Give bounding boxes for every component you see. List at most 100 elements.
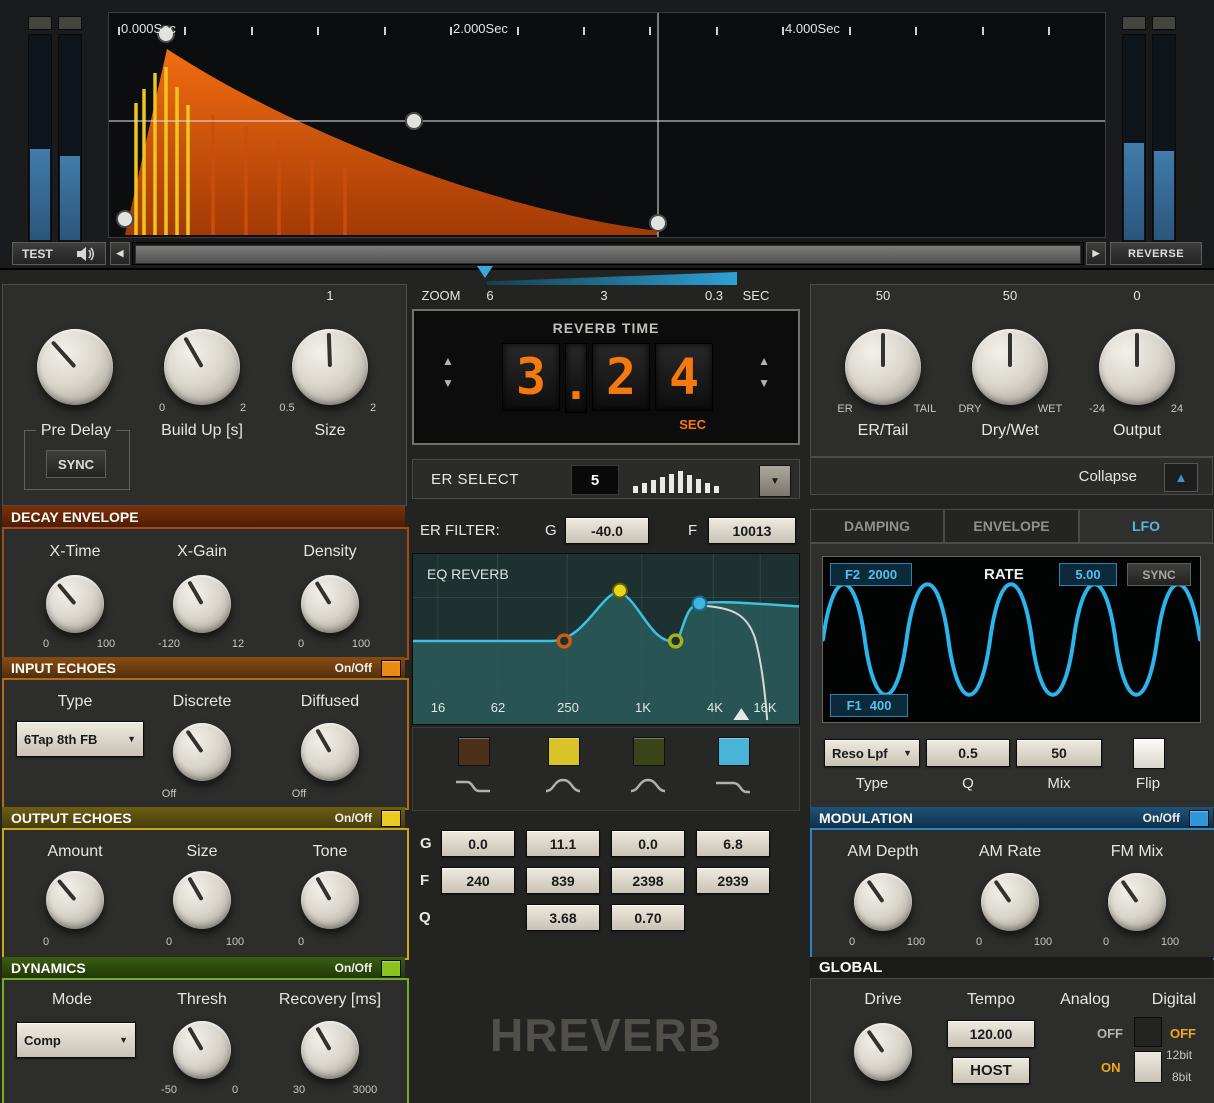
zoom-slider[interactable]: [487, 272, 737, 285]
eq-display[interactable]: EQ REVERB 16 62 250 1K 4K 16K: [412, 553, 800, 725]
er-filter-gain-field[interactable]: -40.0: [565, 517, 649, 544]
reverb-time-handle[interactable]: [649, 214, 667, 232]
host-button[interactable]: HOST: [952, 1057, 1030, 1084]
reverb-time-spinner-left[interactable]: ▲ ▼: [442, 355, 454, 389]
envelope-graph[interactable]: [109, 13, 1105, 237]
eq-f3-field[interactable]: 2398: [611, 867, 685, 894]
lfo-sync-button[interactable]: SYNC: [1127, 563, 1191, 586]
input-echo-type-select[interactable]: 6Tap 8th FB ▼: [16, 721, 144, 757]
size-knob[interactable]: [292, 329, 368, 405]
lfo-mix-field[interactable]: 50: [1016, 739, 1102, 767]
er-select-value[interactable]: 5: [571, 465, 619, 495]
bell-icon[interactable]: [543, 776, 583, 796]
digital-label: Digital: [1151, 991, 1197, 1008]
eq-f4-field[interactable]: 2939: [696, 867, 770, 894]
amount-knob[interactable]: [46, 871, 104, 929]
eq-band-3-handle[interactable]: [667, 633, 684, 649]
tab-lfo[interactable]: LFO: [1079, 509, 1213, 543]
reverb-time-title: REVERB TIME: [552, 320, 660, 336]
eq-g2-field[interactable]: 11.1: [526, 830, 600, 857]
modulation-title: MODULATION: [819, 809, 913, 826]
eq-q2-field[interactable]: 3.68: [526, 904, 600, 931]
lfo-type-select[interactable]: Reso Lpf ▼: [824, 739, 920, 767]
modulation-onoff-toggle[interactable]: [1189, 810, 1209, 827]
thresh-knob[interactable]: [173, 1021, 231, 1079]
analog-switch-on[interactable]: [1134, 1051, 1162, 1083]
decay-envelope-shape[interactable]: [125, 49, 658, 235]
low-shelf-icon[interactable]: [453, 776, 493, 796]
tab-damping[interactable]: DAMPING: [810, 509, 944, 543]
tone-knob[interactable]: [301, 871, 359, 929]
scroll-left-button[interactable]: ◀: [110, 242, 130, 265]
dynamics-mode-select[interactable]: Comp ▼: [16, 1022, 136, 1058]
lfo-flip-button[interactable]: [1133, 738, 1165, 769]
lfo-rate-field[interactable]: 5.00: [1059, 563, 1117, 586]
eq-band-4-handle[interactable]: [691, 595, 708, 612]
eq-band-4-swatch[interactable]: [718, 737, 750, 766]
dynamics-onoff-toggle[interactable]: [381, 960, 401, 977]
down-arrow-icon[interactable]: ▼: [758, 377, 770, 389]
pre-delay-sync-button[interactable]: SYNC: [46, 450, 106, 478]
digital-off-option[interactable]: OFF: [1170, 1026, 1196, 1041]
knob-pointer: [1120, 879, 1139, 904]
discrete-knob[interactable]: [173, 723, 231, 781]
lfo-f2-field[interactable]: F2 2000: [830, 563, 912, 586]
lfo-q-field[interactable]: 0.5: [926, 739, 1010, 767]
eq-band-1-swatch[interactable]: [458, 737, 490, 766]
reverb-time-digits[interactable]: 3 . 2 4: [502, 343, 713, 413]
drive-knob[interactable]: [854, 1023, 912, 1081]
eq-band-2-swatch[interactable]: [548, 737, 580, 766]
er-tail-knob[interactable]: [845, 329, 921, 405]
pre-delay-knob[interactable]: [37, 329, 113, 405]
eq-band-2-handle[interactable]: [611, 582, 628, 599]
eq-g3-field[interactable]: 0.0: [611, 830, 685, 857]
scrollbar-thumb[interactable]: [135, 245, 1081, 264]
test-button[interactable]: TEST: [12, 242, 106, 265]
up-arrow-icon[interactable]: ▲: [758, 355, 770, 367]
am-depth-knob[interactable]: [854, 873, 912, 931]
output-level-knob[interactable]: [1099, 329, 1175, 405]
er-select-dropdown-button[interactable]: ▼: [759, 465, 791, 497]
collapse-button[interactable]: ▲: [1164, 463, 1198, 492]
digital-12bit-option[interactable]: 12bit: [1166, 1048, 1192, 1062]
graph-scrollbar[interactable]: [132, 242, 1084, 265]
er-filter-freq-field[interactable]: 10013: [708, 517, 796, 544]
reverb-time-spinner-right[interactable]: ▲ ▼: [758, 355, 770, 389]
down-arrow-icon[interactable]: ▼: [442, 377, 454, 389]
eq-q3-field[interactable]: 0.70: [611, 904, 685, 931]
high-cut-icon[interactable]: [713, 776, 753, 796]
lfo-f1-field[interactable]: F1 400: [830, 694, 908, 717]
envelope-start-handle[interactable]: [116, 210, 134, 228]
tab-envelope[interactable]: ENVELOPE: [944, 509, 1079, 543]
digital-8bit-option[interactable]: 8bit: [1172, 1070, 1191, 1084]
analog-switch-off[interactable]: [1134, 1017, 1162, 1047]
input-echoes-onoff-toggle[interactable]: [381, 660, 401, 677]
dry-wet-knob[interactable]: [972, 329, 1048, 405]
recovery-knob[interactable]: [301, 1021, 359, 1079]
crossover-handle[interactable]: [405, 112, 423, 130]
eq-band-3-swatch[interactable]: [633, 737, 665, 766]
eq-band-1-handle[interactable]: [556, 633, 572, 649]
zoom-marker[interactable]: [477, 266, 493, 278]
envelope-display[interactable]: 0.000Sec 2.000Sec 4.000Sec: [108, 12, 1106, 238]
density-knob[interactable]: [301, 575, 359, 633]
diffused-knob[interactable]: [301, 723, 359, 781]
amount-label: Amount: [47, 843, 103, 860]
eq-f2-field[interactable]: 839: [526, 867, 600, 894]
build-up-knob[interactable]: [164, 329, 240, 405]
scroll-right-button[interactable]: ▶: [1086, 242, 1106, 265]
dynamics-onoff-label: On/Off: [334, 960, 372, 975]
reverse-button[interactable]: REVERSE: [1110, 242, 1202, 265]
x-gain-knob[interactable]: [173, 575, 231, 633]
eq-g4-field[interactable]: 6.8: [696, 830, 770, 857]
eq-g1-field[interactable]: 0.0: [441, 830, 515, 857]
bell-icon[interactable]: [628, 776, 668, 796]
up-arrow-icon[interactable]: ▲: [442, 355, 454, 367]
tempo-field[interactable]: 120.00: [947, 1020, 1035, 1048]
am-rate-knob[interactable]: [981, 873, 1039, 931]
output-size-knob[interactable]: [173, 871, 231, 929]
output-echoes-onoff-toggle[interactable]: [381, 810, 401, 827]
fm-mix-knob[interactable]: [1108, 873, 1166, 931]
eq-f1-field[interactable]: 240: [441, 867, 515, 894]
x-time-knob[interactable]: [46, 575, 104, 633]
